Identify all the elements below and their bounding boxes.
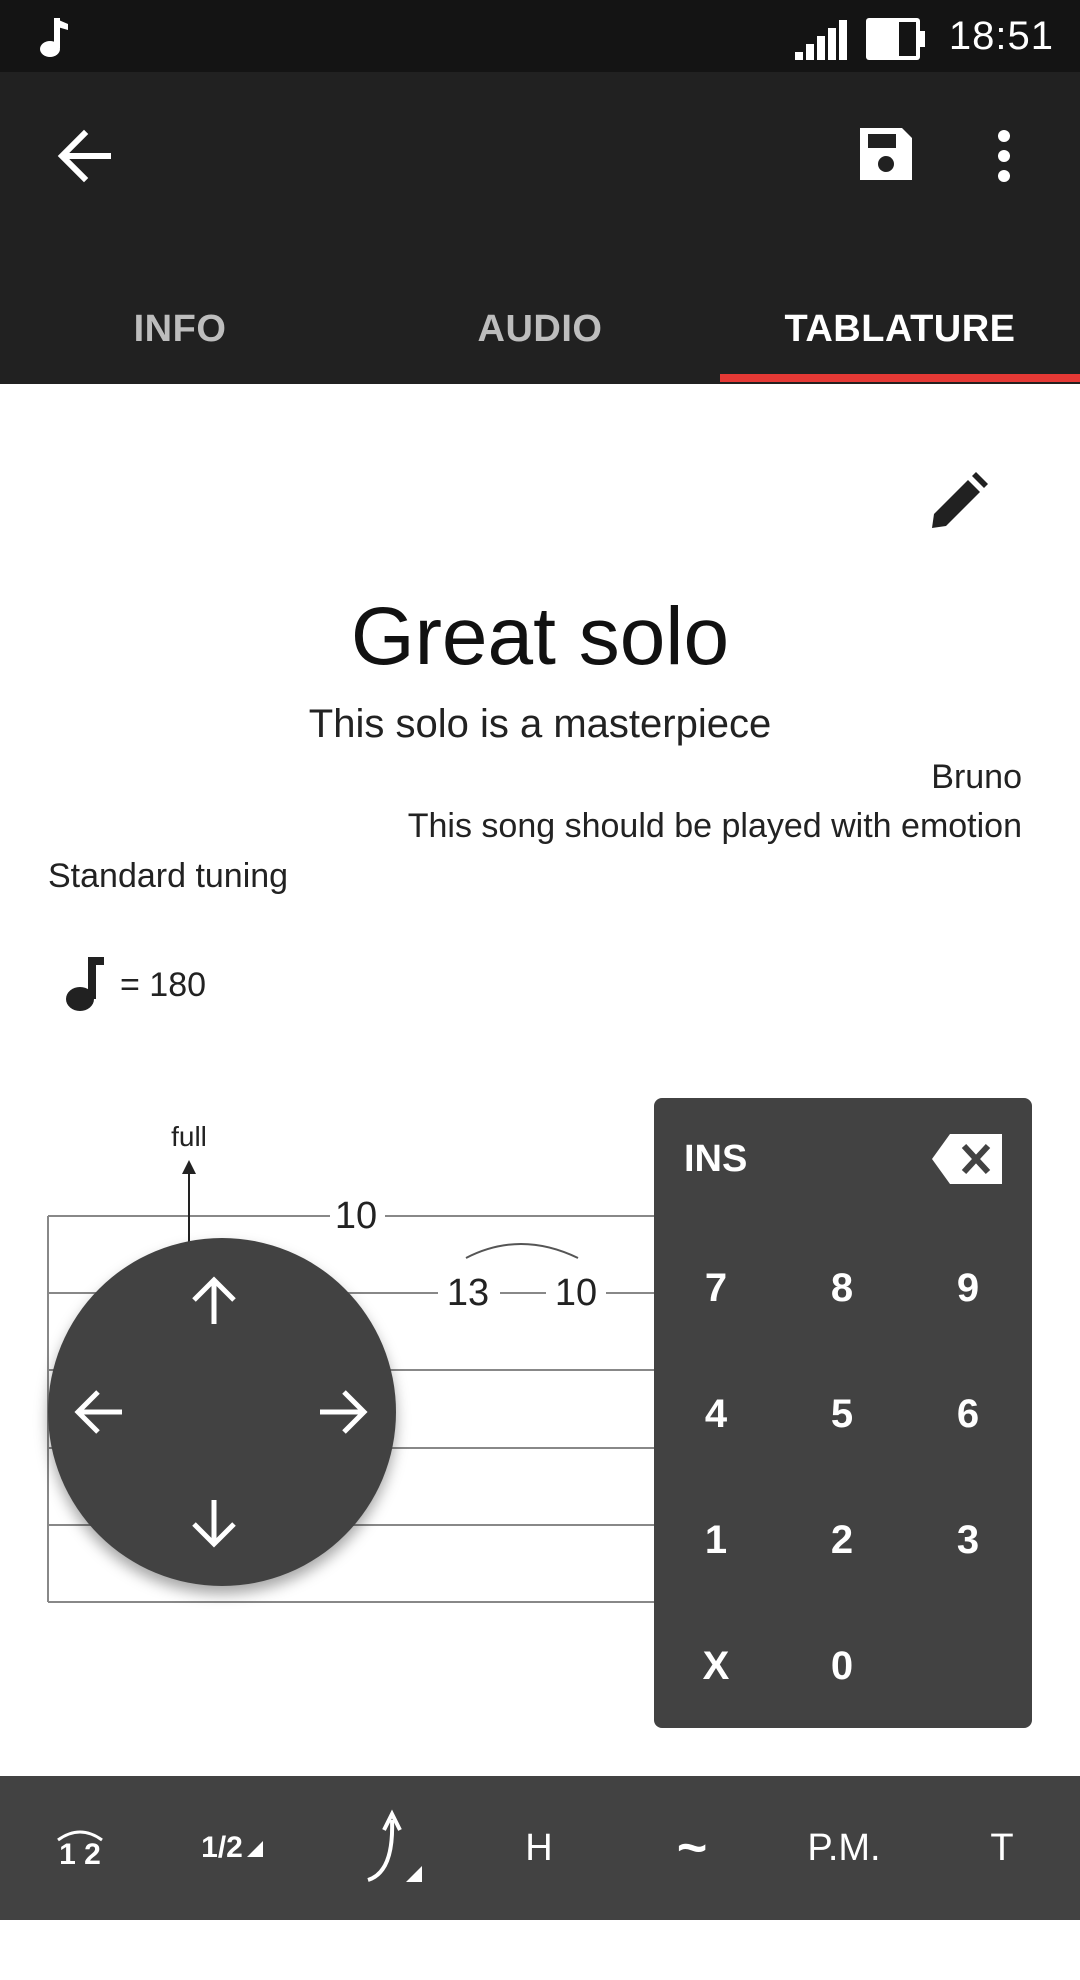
bend-icon	[367, 1809, 422, 1882]
signal-icon	[795, 18, 847, 67]
arrow-right-icon[interactable]	[318, 1386, 370, 1443]
fret-numpad: INS 7 8 9 4 5 6 1 2 3 X 0	[654, 1098, 1032, 1728]
key-5[interactable]: 5	[802, 1392, 882, 1437]
key-8[interactable]: 8	[802, 1266, 882, 1311]
back-arrow-icon[interactable]	[56, 128, 112, 189]
arrow-down-icon[interactable]	[188, 1498, 240, 1555]
key-3[interactable]: 3	[928, 1518, 1008, 1563]
battery-icon	[866, 18, 926, 65]
key-9[interactable]: 9	[928, 1266, 1008, 1311]
key-4[interactable]: 4	[676, 1392, 756, 1437]
bend-button[interactable]	[358, 1776, 430, 1920]
fret-number[interactable]: 13	[447, 1272, 489, 1314]
slur-arc	[465, 1243, 579, 1259]
insert-mode-toggle[interactable]: INS	[684, 1138, 747, 1181]
bend-label: full	[171, 1121, 207, 1152]
corner-triangle-icon	[246, 1841, 263, 1857]
bend-arrow-head	[182, 1160, 196, 1174]
tuning-label: Standard tuning	[48, 857, 289, 895]
key-6[interactable]: 6	[928, 1392, 1008, 1437]
tab-audio[interactable]: AUDIO	[360, 274, 720, 384]
song-author: Bruno	[931, 758, 1022, 796]
half-bend-button[interactable]: 1/2	[186, 1776, 278, 1920]
key-1[interactable]: 1	[676, 1518, 756, 1563]
cursor-dpad	[48, 1238, 396, 1586]
edit-pencil-icon[interactable]	[928, 472, 988, 537]
clock: 18:51	[948, 14, 1054, 58]
tab-info[interactable]: INFO	[0, 274, 360, 384]
tab-indicator	[720, 374, 1080, 382]
quarter-note-icon	[62, 955, 106, 1018]
vibrato-button[interactable]: ~	[662, 1776, 722, 1920]
more-options-icon[interactable]	[996, 128, 1012, 189]
fret-number[interactable]: 10	[335, 1195, 377, 1237]
tap-button[interactable]: T	[980, 1776, 1024, 1920]
music-note-icon	[38, 14, 70, 63]
tempo-value: = 180	[120, 966, 207, 1004]
key-x[interactable]: X	[676, 1644, 756, 1689]
save-icon[interactable]	[856, 124, 916, 189]
key-0[interactable]: 0	[802, 1644, 882, 1689]
half-label: 1/2	[201, 1831, 243, 1864]
hammer-on-button[interactable]: H	[514, 1776, 564, 1920]
tab-bar: INFO AUDIO TABLATURE	[0, 274, 1080, 384]
key-7[interactable]: 7	[676, 1266, 756, 1311]
backspace-icon[interactable]	[932, 1132, 1004, 1191]
key-2[interactable]: 2	[802, 1518, 882, 1563]
arrow-up-icon[interactable]	[188, 1274, 240, 1331]
notation-toolbar: 1 2 1/2 H ~ P.M. T	[0, 1776, 1080, 1920]
song-title: Great solo	[350, 591, 730, 682]
song-subtitle: This solo is a masterpiece	[308, 702, 772, 746]
fret-number[interactable]: 10	[555, 1272, 597, 1314]
app-bar: INFO AUDIO TABLATURE	[0, 72, 1080, 384]
slur-label: 1 2	[59, 1838, 101, 1871]
song-instructions: This song should be played with emotion	[407, 807, 1022, 845]
slur-button[interactable]: 1 2	[40, 1776, 120, 1920]
tab-tablature[interactable]: TABLATURE	[720, 274, 1080, 384]
palm-mute-button[interactable]: P.M.	[804, 1776, 884, 1920]
arrow-left-icon[interactable]	[72, 1386, 124, 1443]
status-bar: 18:51	[0, 0, 1080, 72]
